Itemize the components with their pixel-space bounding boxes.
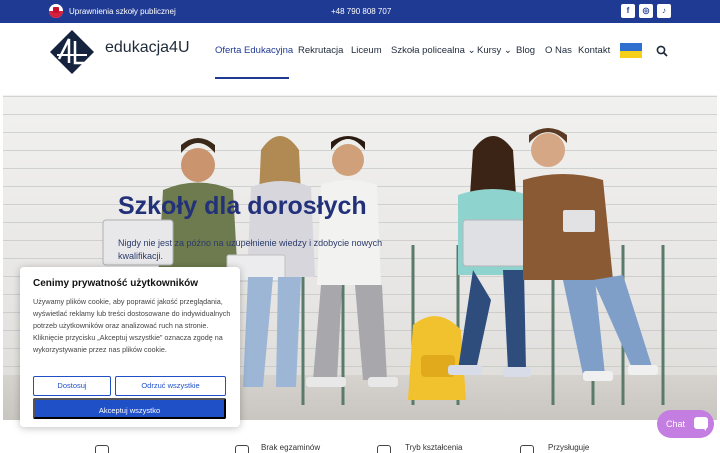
active-nav-indicator [215,77,289,79]
exam-icon [235,445,249,453]
chat-label: Chat [666,419,686,429]
nav-szkola-policealna[interactable]: Szkoła policealna ⌄ [391,45,476,56]
reject-all-button[interactable]: Odrzuć wszystkie [115,376,226,396]
hero-title: Szkoły dla dorosłych [118,192,367,220]
cookie-title: Cenimy prywatność użytkowników [33,278,199,289]
top-bar: Uprawnienia szkoły publicznej +48 790 80… [0,0,720,23]
nav-rekrutacja[interactable]: Rekrutacja [298,45,343,56]
ukraine-flag-icon[interactable] [620,43,642,58]
customize-button[interactable]: Dostosuj [33,376,111,396]
cookie-consent-dialog: Cenimy prywatność użytkowników Używamy p… [20,267,240,427]
main-header: edukacja4U Oferta Edukacyjna Rekrutacja … [0,23,720,80]
cookie-body: Używamy plików cookie, aby poprawić jako… [33,297,231,354]
nav-o-nas[interactable]: O Nas [545,45,572,56]
nav-kontakt[interactable]: Kontakt [578,45,610,56]
nav-liceum[interactable]: Liceum [351,45,382,56]
nav-kursy[interactable]: Kursy ⌄ [477,45,512,56]
phone-link[interactable]: +48 790 808 707 [331,7,391,16]
accept-all-button[interactable]: Akceptuj wszystko [33,398,226,419]
logo-icon[interactable] [49,29,95,75]
nav-oferta-edukacyjna[interactable]: Oferta Edukacyjna [215,45,293,56]
nav-blog[interactable]: Blog [516,45,535,56]
search-icon[interactable] [656,45,668,57]
facebook-icon[interactable]: f [621,4,635,18]
benefit-icon [520,445,534,453]
chat-bubble-icon [694,417,708,431]
school-rights-text: Uprawnienia szkoły publicznej [69,7,176,16]
poland-emblem-icon [49,4,63,18]
instagram-icon[interactable]: ◎ [639,4,653,18]
chat-button[interactable]: Chat [657,410,714,438]
glasses-icon [95,445,109,453]
hero-subtitle: Nigdy nie jest za późno na uzupełnienie … [118,238,383,261]
mode-icon [377,445,391,453]
logo-text[interactable]: edukacja4U [105,39,190,57]
tiktok-icon[interactable]: ♪ [657,4,671,18]
